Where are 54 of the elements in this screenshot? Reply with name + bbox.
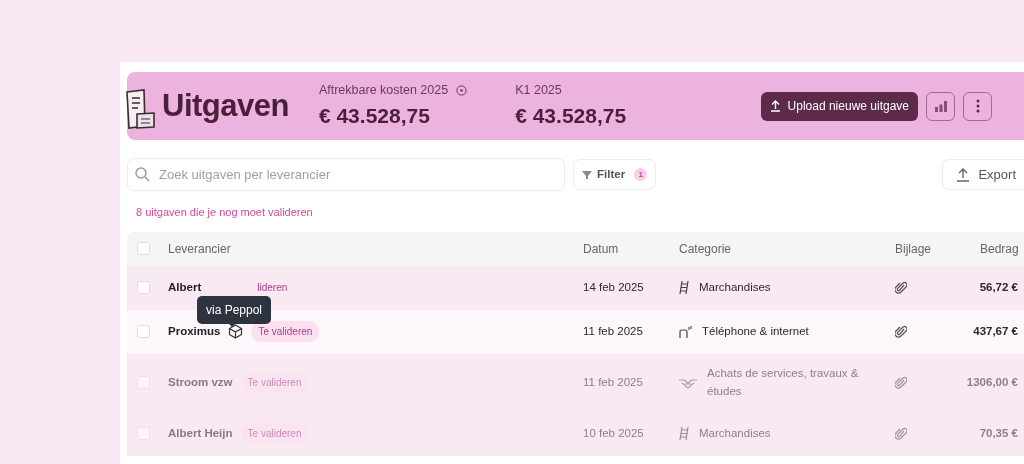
receipt-drawing xyxy=(124,86,156,130)
upload-icon xyxy=(769,100,781,112)
category-label: Téléphone & internet xyxy=(702,323,809,339)
amount-cell-text: 437,67 € xyxy=(972,323,1019,339)
row-checkbox[interactable] xyxy=(137,281,150,294)
category-label: Marchandises xyxy=(699,425,771,441)
status-label: Te valideren xyxy=(251,321,320,342)
ladder-icon xyxy=(679,427,689,440)
column-header: Categorie xyxy=(679,240,733,258)
search-field[interactable]: Zoek uitgaven per leverancier xyxy=(127,158,565,191)
status-label: Te valideren xyxy=(240,423,309,444)
supplier-name: Albert Heijn xyxy=(168,425,233,441)
row-checkbox[interactable] xyxy=(137,325,150,338)
filter-count: 1 xyxy=(634,168,648,181)
column-header: Bijlage xyxy=(895,240,933,258)
export-button[interactable]: Export xyxy=(942,159,1024,190)
category-label: Marchandises xyxy=(699,279,771,295)
more-icon xyxy=(975,99,980,113)
chart-button[interactable] xyxy=(926,91,955,121)
handshake-icon xyxy=(679,376,697,389)
column-header: Leverancier xyxy=(168,240,232,258)
column-header: Bedrag xyxy=(979,240,1020,258)
validation-notice: 8 uitgaven die je nog moet valideren xyxy=(136,205,314,220)
date-cell-text: 14 feb 2025 xyxy=(583,279,645,295)
more-button[interactable] xyxy=(963,91,992,121)
select-all-checkbox[interactable] xyxy=(137,242,150,255)
filter-button[interactable]: Filter 1 xyxy=(573,159,657,190)
page-title: Uitgaven xyxy=(162,86,289,125)
status-label: lideren xyxy=(257,281,288,295)
tooltip: via Peppol xyxy=(197,296,272,324)
column-header: Datum xyxy=(583,240,620,258)
tooltip-arrow xyxy=(227,322,237,327)
search-icon xyxy=(135,167,150,182)
stat-value: € 43.528,75 xyxy=(515,102,627,129)
status-label: Te valideren xyxy=(240,372,309,393)
stat-label: Aftrekbare kosten 2025 xyxy=(318,81,449,99)
date-cell-text: 10 feb 2025 xyxy=(583,425,645,441)
bar-chart-icon xyxy=(934,100,947,112)
amount-cell-text: 56,72 € xyxy=(978,279,1019,295)
amount-cell-text: 70,35 € xyxy=(978,425,1019,441)
filter-icon xyxy=(582,170,592,179)
date-cell-text: 11 feb 2025 xyxy=(583,374,644,390)
category-label: Achats de services, travaux & études xyxy=(707,366,860,399)
export-icon xyxy=(957,167,970,182)
supplier-name: Albert xyxy=(168,279,202,295)
stat-label: K1 2025 xyxy=(515,81,562,99)
supplier-name: Stroom vzw xyxy=(168,374,233,390)
phone-icon xyxy=(679,325,692,338)
amount-cell-text: 1306,00 € xyxy=(965,374,1019,390)
ladder-icon xyxy=(679,281,689,294)
date-cell-text: 11 feb 2025 xyxy=(583,323,644,339)
supplier-name: Proximus xyxy=(168,323,221,339)
upload-button[interactable]: Upload nieuwe uitgave xyxy=(760,91,918,121)
stat-value: € 43.528,75 xyxy=(318,102,431,129)
